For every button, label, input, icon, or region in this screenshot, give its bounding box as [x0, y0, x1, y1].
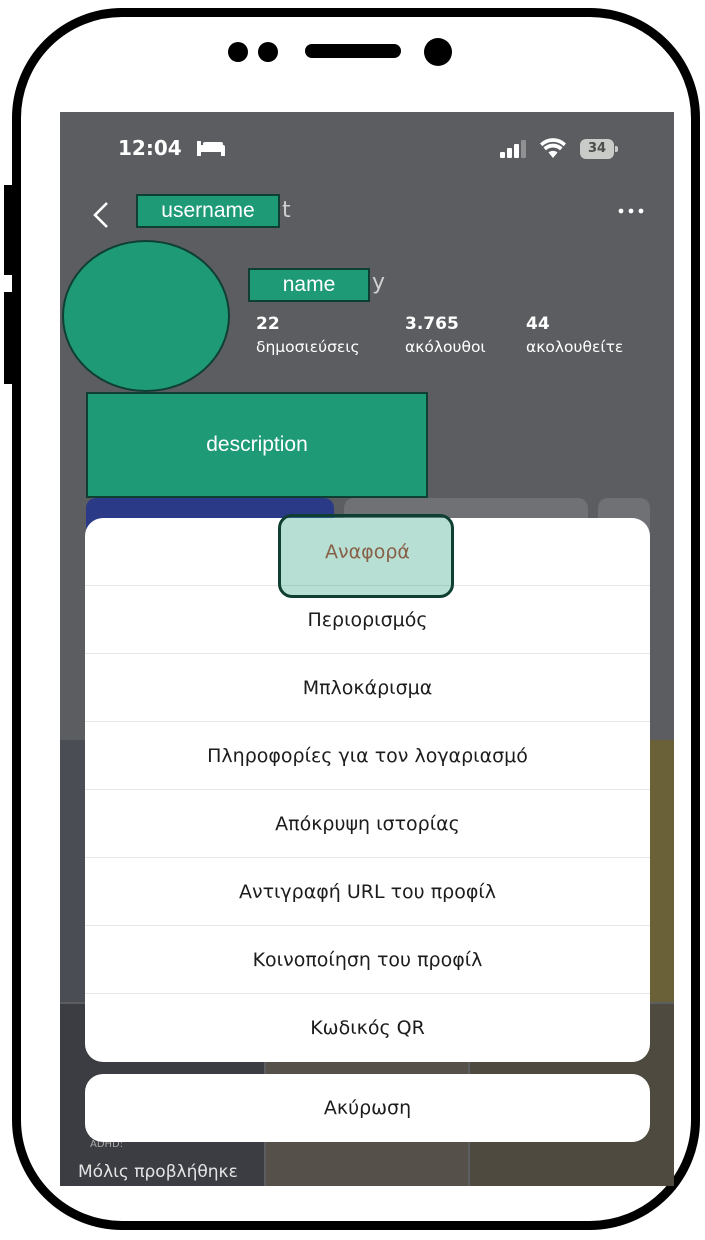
block-option[interactable]: Μπλοκάρισμα [85, 654, 650, 722]
copy-profile-url-option[interactable]: Αντιγραφή URL του προφίλ [85, 858, 650, 926]
name-redaction: name [248, 268, 370, 302]
username-redaction: username [136, 194, 280, 228]
sensor-dot [258, 42, 278, 62]
action-sheet: Αναφορά Περιορισμός Μπλοκάρισμα Πληροφορ… [85, 518, 650, 1062]
description-redaction: description [86, 392, 428, 498]
wifi-icon [540, 138, 566, 158]
following-count[interactable]: 44 [526, 314, 550, 334]
status-time: 12:04 [118, 136, 182, 160]
sleep-focus-icon [197, 141, 225, 156]
speaker-bar [305, 44, 401, 58]
screen: 12:04 34 username t name y 22 δημοσιεύσε… [60, 112, 674, 1186]
hide-story-option[interactable]: Απόκρυψη ιστορίας [85, 790, 650, 858]
account-info-option[interactable]: Πληροφορίες για τον λογαριασμό [85, 722, 650, 790]
camera-dot [424, 38, 452, 66]
thumbnail-caption: Μόλις προβλήθηκε [78, 1162, 238, 1182]
battery-indicator: 34 [580, 139, 618, 159]
battery-level: 34 [580, 139, 614, 159]
following-label[interactable]: ακολουθείτε [526, 338, 623, 356]
avatar-redaction [62, 240, 230, 392]
report-option[interactable]: Αναφορά [85, 518, 650, 586]
posts-label: δημοσιεύσεις [256, 338, 360, 356]
qr-code-option[interactable]: Κωδικός QR [85, 994, 650, 1062]
posts-count: 22 [256, 314, 280, 334]
username-trail: t [282, 198, 291, 223]
followers-label[interactable]: ακόλουθοι [405, 338, 486, 356]
name-trail: y [372, 270, 386, 295]
restrict-option[interactable]: Περιορισμός [85, 586, 650, 654]
more-options-icon[interactable] [616, 202, 646, 218]
share-profile-option[interactable]: Κοινοποίηση του προφίλ [85, 926, 650, 994]
back-chevron-icon[interactable] [90, 200, 112, 230]
sensor-dot [228, 42, 248, 62]
followers-count[interactable]: 3.765 [405, 314, 459, 334]
cellular-signal-icon [500, 140, 526, 158]
cancel-button[interactable]: Ακύρωση [85, 1074, 650, 1142]
